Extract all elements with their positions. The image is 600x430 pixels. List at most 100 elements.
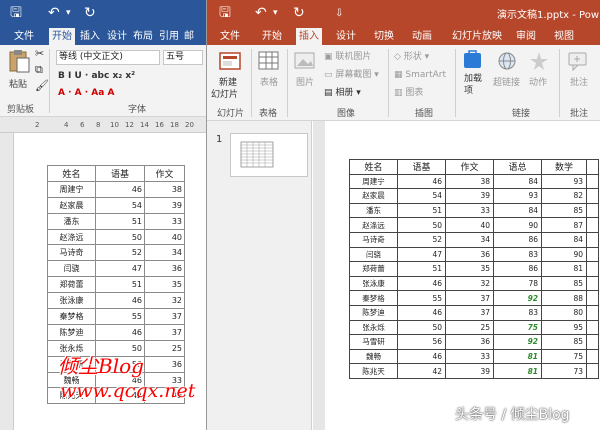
word-tab-design[interactable]: 设计: [104, 28, 130, 45]
ppt-tab-review[interactable]: 审阅: [513, 28, 539, 45]
table-cell[interactable]: [586, 261, 599, 277]
table-cell[interactable]: 张泳康: [349, 275, 398, 292]
table-cell[interactable]: 47: [95, 260, 145, 278]
table-cell[interactable]: 40: [445, 217, 494, 233]
table-cell[interactable]: 51: [95, 276, 145, 294]
table-cell[interactable]: 88: [541, 290, 587, 306]
redo-icon[interactable]: ↻: [84, 4, 96, 22]
table-cell[interactable]: 闫骁: [47, 260, 96, 278]
table-cell[interactable]: [586, 290, 599, 306]
word-tab-home[interactable]: 开始: [49, 28, 75, 45]
table-cell[interactable]: 郑荷蕾: [47, 276, 96, 294]
table-cell[interactable]: 34: [144, 244, 185, 262]
table-cell[interactable]: 54: [397, 188, 446, 204]
ppt-tab-home[interactable]: 开始: [259, 28, 285, 45]
table-cell[interactable]: 81: [493, 348, 542, 365]
table-cell[interactable]: 25: [445, 319, 494, 336]
table-cell[interactable]: 46: [95, 323, 145, 341]
table-cell[interactable]: 75: [541, 348, 587, 365]
table-cell[interactable]: 语总: [493, 159, 542, 175]
table-cell[interactable]: 马诗奇: [47, 244, 96, 262]
table-cell[interactable]: 潘东: [349, 202, 398, 219]
table-cell[interactable]: 36: [144, 260, 185, 278]
table-cell[interactable]: [586, 348, 599, 365]
undo-icon[interactable]: ↶: [48, 4, 60, 22]
table-cell[interactable]: 86: [493, 231, 542, 248]
table-cell[interactable]: 潘东: [47, 212, 96, 230]
font-name-select[interactable]: 等线 (中文正文): [56, 50, 160, 65]
table-cell[interactable]: 55: [397, 290, 446, 306]
table-cell[interactable]: 37: [144, 323, 185, 341]
table-cell[interactable]: 周建宁: [47, 180, 96, 198]
table-cell[interactable]: 36: [144, 355, 185, 373]
picture-icon[interactable]: [294, 51, 316, 71]
cut-icon[interactable]: ✂: [35, 48, 44, 60]
table-cell[interactable]: 54: [95, 196, 145, 214]
ppt-tab-file[interactable]: 文件: [217, 28, 243, 45]
addins-label-line1[interactable]: 加载: [464, 74, 482, 85]
ppt-tab-view[interactable]: 视图: [551, 28, 577, 45]
table-cell[interactable]: 姓名: [47, 165, 96, 182]
table-cell[interactable]: [586, 159, 599, 175]
action-label[interactable]: 动作: [529, 78, 547, 89]
table-cell[interactable]: 50: [95, 228, 145, 246]
table-cell[interactable]: 46: [95, 292, 145, 310]
ppt-tab-design[interactable]: 设计: [333, 28, 359, 45]
table-cell[interactable]: 85: [541, 275, 587, 292]
table-cell[interactable]: 郑荷蕾: [349, 261, 398, 277]
font-size-select[interactable]: 五号: [163, 50, 203, 65]
table-cell[interactable]: 赵家晨: [349, 188, 398, 204]
table-cell[interactable]: 秦梦格: [349, 290, 398, 306]
table-cell[interactable]: 50: [397, 217, 446, 233]
table-cell[interactable]: 83: [493, 246, 542, 263]
table-cell[interactable]: 32: [144, 292, 185, 310]
table-cell[interactable]: 周建宁: [349, 173, 398, 190]
table-cell[interactable]: 46: [397, 348, 446, 365]
word-tab-layout[interactable]: 布局: [130, 28, 156, 45]
table-cell[interactable]: 35: [144, 276, 185, 294]
table-cell[interactable]: 46: [397, 304, 446, 321]
table-cell[interactable]: 闫骁: [349, 246, 398, 263]
table-cell[interactable]: [586, 217, 599, 233]
online-picture-button[interactable]: ▣ 联机图片: [324, 52, 371, 63]
table-cell[interactable]: 39: [144, 196, 185, 214]
ppt-tab-animations[interactable]: 动画: [409, 28, 435, 45]
table-cell[interactable]: 40: [144, 228, 185, 246]
table-cell[interactable]: 语基: [95, 165, 145, 182]
table-cell[interactable]: 56: [397, 334, 446, 350]
word-tab-file[interactable]: 文件: [11, 28, 37, 45]
action-icon[interactable]: [528, 51, 550, 71]
table-cell[interactable]: [586, 173, 599, 190]
hyperlink-label[interactable]: 超链接: [493, 78, 520, 89]
table-cell[interactable]: 85: [541, 202, 587, 219]
table-cell[interactable]: 34: [445, 231, 494, 248]
table-cell[interactable]: 47: [397, 246, 446, 263]
table-cell[interactable]: 52: [95, 244, 145, 262]
ppt-tab-transitions[interactable]: 切换: [371, 28, 397, 45]
new-slide-label-line2[interactable]: 幻灯片: [211, 90, 238, 101]
ppt-tab-slideshow[interactable]: 幻灯片放映: [449, 28, 505, 45]
table-cell[interactable]: 37: [445, 304, 494, 321]
table-cell[interactable]: 51: [95, 212, 145, 230]
word-tab-mailings[interactable]: 邮件: [181, 28, 206, 59]
new-slide-icon[interactable]: [219, 51, 241, 71]
ppt-score-table[interactable]: 姓名 语基 作文 语总 数学 周建宁 46 38 84 93 赵家晨 54 39 93 82 潘东 51 33 84…: [349, 159, 599, 379]
table-cell[interactable]: 作文: [144, 165, 185, 182]
table-cell[interactable]: 陈梦迪: [349, 304, 398, 321]
table-cell[interactable]: 93: [541, 173, 587, 190]
dropdown-arrow-icon[interactable]: ▾: [273, 4, 278, 22]
table-cell[interactable]: [586, 231, 599, 248]
table-cell[interactable]: 38: [144, 180, 185, 198]
table-cell[interactable]: 39: [445, 363, 494, 379]
addins-label-line2[interactable]: 项: [464, 86, 473, 97]
table-cell[interactable]: 83: [493, 304, 542, 321]
table-cell[interactable]: 73: [541, 363, 587, 379]
save-icon[interactable]: 🖫: [219, 4, 231, 22]
table-cell[interactable]: 32: [445, 275, 494, 292]
table-cell[interactable]: 55: [95, 308, 145, 325]
hyperlink-icon[interactable]: [496, 51, 518, 71]
table-cell[interactable]: [586, 304, 599, 321]
table-cell[interactable]: 张永烁: [349, 319, 398, 336]
table-cell[interactable]: 78: [493, 275, 542, 292]
table-cell[interactable]: 陈梦迪: [47, 323, 96, 341]
